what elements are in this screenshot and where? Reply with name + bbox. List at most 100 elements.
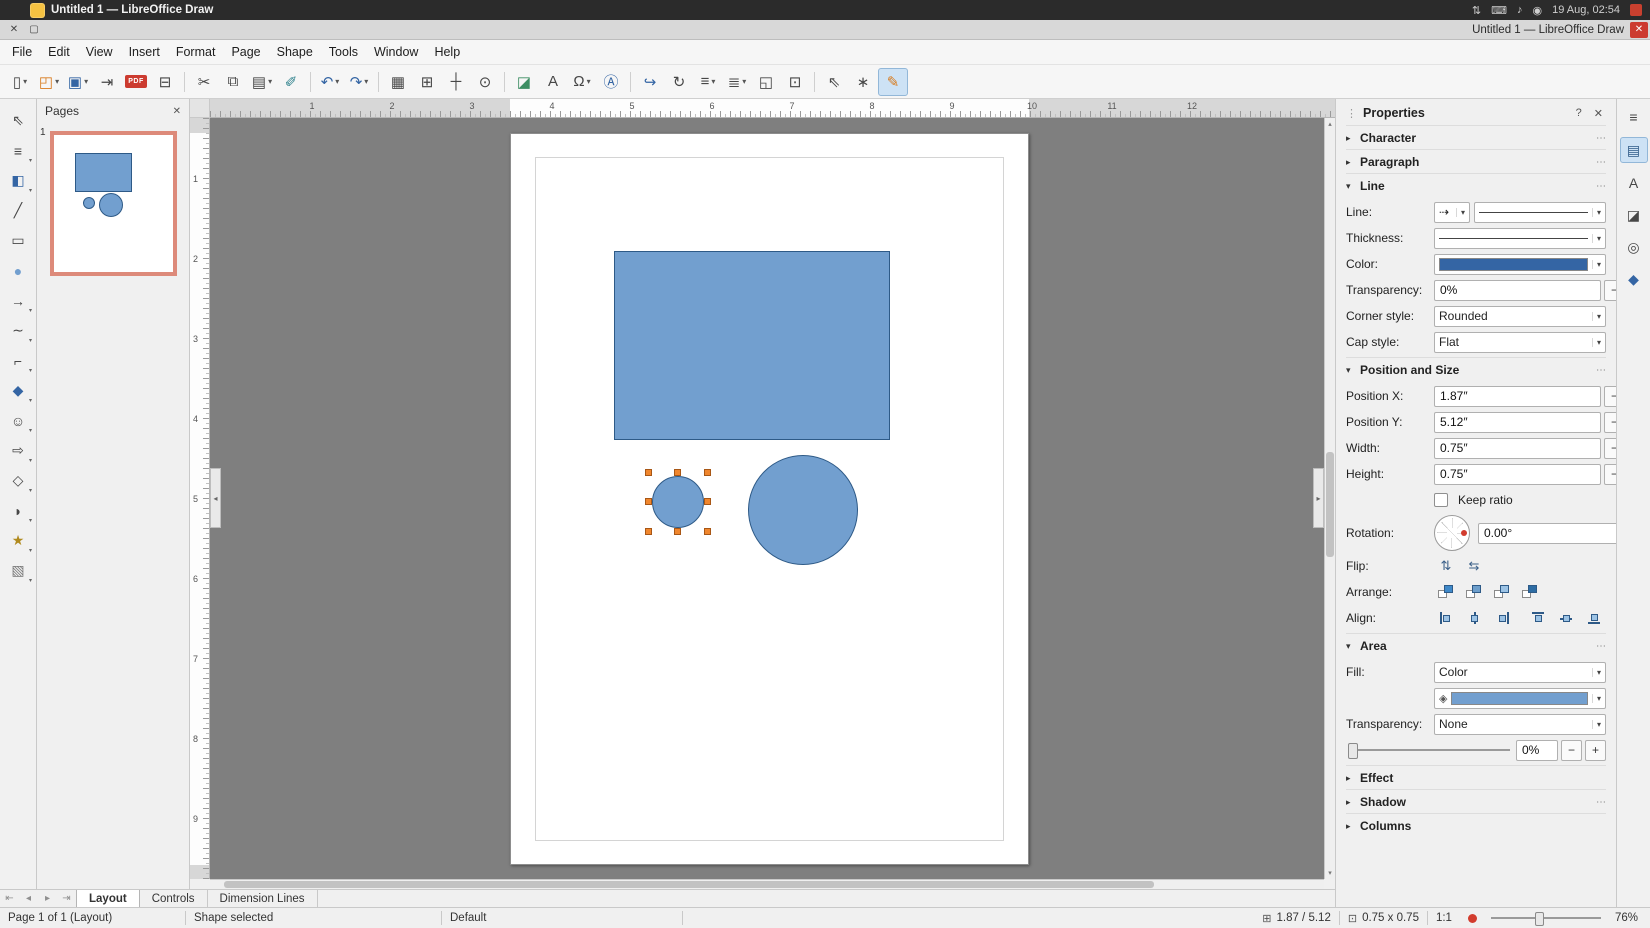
layer-tab-layout[interactable]: Layout [76, 890, 140, 907]
chevron-down-icon[interactable]: ▾ [268, 77, 272, 86]
decrement-button[interactable]: − [1604, 438, 1616, 459]
clone-formatting-button[interactable]: ✐ [277, 69, 305, 95]
menu-page[interactable]: Page [223, 42, 268, 62]
more-options-icon[interactable]: ⋯ [1596, 641, 1606, 652]
menu-insert[interactable]: Insert [121, 42, 168, 62]
keyboard-tray-icon[interactable]: ⌨ [1491, 4, 1507, 17]
vertical-scrollbar[interactable]: ▴ ▾ [1324, 118, 1335, 879]
layer-tab-dimension-lines[interactable]: Dimension Lines [208, 890, 318, 907]
zoom-slider[interactable] [1491, 917, 1601, 919]
undo-button[interactable]: ↶▾ [316, 69, 344, 95]
curves-polygons-tool[interactable]: ∼▾ [4, 317, 32, 344]
callout-shapes-tool[interactable]: ◗▾ [4, 497, 32, 524]
chevron-down-icon[interactable]: ▾ [29, 487, 32, 494]
resize-handle-w[interactable] [645, 498, 652, 505]
align-left-button[interactable] [1434, 607, 1458, 629]
line-transparency-input[interactable] [1434, 280, 1601, 301]
section-paragraph[interactable]: ▸ Paragraph ⋯ [1346, 149, 1606, 173]
line-thickness-select[interactable]: ▾ [1434, 228, 1606, 249]
drawing-canvas[interactable]: ◂ ▸ [210, 118, 1324, 879]
resize-handle-se[interactable] [704, 528, 711, 535]
next-page-button[interactable]: ▸ [38, 890, 57, 907]
block-arrows-tool[interactable]: ⇨▾ [4, 437, 32, 464]
resize-handle-sw[interactable] [645, 528, 652, 535]
section-effect[interactable]: ▸ Effect [1346, 765, 1606, 789]
bring-forward-button[interactable] [1462, 581, 1486, 603]
chevron-down-icon[interactable]: ▾ [29, 577, 32, 584]
symbol-shapes-tool[interactable]: ☺▾ [4, 407, 32, 434]
lines-and-arrows-tool[interactable]: →▾ [4, 287, 32, 314]
decrement-button[interactable]: − [1604, 280, 1616, 301]
position-y-input[interactable] [1434, 412, 1601, 433]
area-transparency-slider[interactable] [1348, 749, 1510, 751]
flip-vertical-button[interactable]: ⇅ [1434, 555, 1458, 577]
fill-color-tool[interactable]: ◧▾ [4, 167, 32, 194]
more-options-icon[interactable]: ⋯ [1596, 365, 1606, 376]
vertical-ruler[interactable]: 1 2 3 4 5 6 7 8 9 [190, 118, 210, 879]
area-transparency-type-select[interactable]: None ▾ [1434, 714, 1606, 735]
menu-help[interactable]: Help [426, 42, 468, 62]
section-line[interactable]: ▾ Line ⋯ [1346, 173, 1606, 197]
select-tool-button[interactable]: ⇖ [820, 69, 848, 95]
more-options-icon[interactable]: ⋯ [1596, 181, 1606, 192]
pages-panel-close-icon[interactable]: ✕ [173, 106, 181, 117]
decrement-button[interactable]: − [1604, 412, 1616, 433]
insert-fontwork-button[interactable]: Ⓐ [597, 69, 625, 95]
menu-shape[interactable]: Shape [269, 42, 321, 62]
scroll-down-icon[interactable]: ▾ [1325, 869, 1335, 877]
open-file-button[interactable]: ◰▾ [35, 69, 63, 95]
chevron-down-icon[interactable]: ▾ [742, 77, 746, 86]
keep-ratio-checkbox[interactable] [1434, 493, 1448, 507]
width-input[interactable] [1434, 438, 1601, 459]
last-page-button[interactable]: ⇥ [57, 890, 76, 907]
insert-special-character-button[interactable]: Ω▾ [568, 69, 596, 95]
large-circle-shape[interactable] [748, 455, 858, 565]
fill-type-select[interactable]: Color ▾ [1434, 662, 1606, 683]
layer-tab-controls[interactable]: Controls [140, 890, 208, 907]
scale-status[interactable]: 1:1 [1428, 908, 1460, 928]
position-x-input[interactable] [1434, 386, 1601, 407]
insert-text-box-button[interactable]: A [539, 69, 567, 95]
line-style-select[interactable]: ▾ [1474, 202, 1606, 223]
deck-tab-properties[interactable]: ▤ [1620, 137, 1648, 163]
paste-button[interactable]: ▤▾ [248, 69, 276, 95]
decrement-button[interactable]: − [1604, 386, 1616, 407]
chevron-down-icon[interactable]: ▾ [29, 337, 32, 344]
rectangle-shape[interactable] [614, 251, 890, 440]
zoom-slider-thumb[interactable] [1535, 912, 1544, 926]
deck-tab-gallery[interactable]: ◪ [1621, 203, 1647, 227]
page-status[interactable]: Page 1 of 1 (Layout) [0, 908, 185, 928]
show-draw-functions-button[interactable]: ✎ [878, 68, 908, 96]
increment-button[interactable]: + [1585, 740, 1606, 761]
flip-horizontal-button[interactable]: ⇆ [1462, 555, 1486, 577]
horizontal-ruler[interactable]: 1 2 3 4 5 6 7 8 9 10 11 12 [210, 99, 1335, 118]
menu-format[interactable]: Format [168, 42, 224, 62]
rotation-dial[interactable] [1434, 515, 1470, 551]
align-top-button[interactable] [1526, 607, 1550, 629]
export-pdf-button[interactable]: PDF [122, 69, 150, 95]
vertical-scrollbar-thumb[interactable] [1326, 452, 1334, 557]
more-options-icon[interactable]: ⋯ [1596, 133, 1606, 144]
tray-status-icon[interactable] [1630, 4, 1642, 16]
notifications-tray-icon[interactable]: ◉ [1532, 4, 1542, 17]
chevron-down-icon[interactable]: ▾ [29, 157, 32, 164]
export-button[interactable]: ⇥ [93, 69, 121, 95]
decrement-button[interactable]: − [1561, 740, 1582, 761]
window-close-button[interactable]: ✕ [1630, 22, 1648, 38]
crop-image-button[interactable]: ⊡ [781, 69, 809, 95]
window-close-left-icon[interactable]: ✕ [6, 23, 22, 37]
resize-handle-n[interactable] [674, 469, 681, 476]
save-button[interactable]: ▣▾ [64, 69, 92, 95]
page-1-thumbnail[interactable] [50, 131, 177, 276]
connectors-tool[interactable]: ⌐▾ [4, 347, 32, 374]
network-tray-icon[interactable]: ⇅ [1472, 4, 1481, 17]
line-style-tool[interactable]: ≡▾ [4, 137, 32, 164]
snap-to-grid-button[interactable]: ⊞ [413, 69, 441, 95]
previous-page-button[interactable]: ◂ [19, 890, 38, 907]
new-document-button[interactable]: ▯▾ [6, 69, 34, 95]
chevron-down-icon[interactable]: ▾ [29, 517, 32, 524]
insert-line-tool[interactable]: ╱ [4, 197, 32, 224]
resize-handle-e[interactable] [704, 498, 711, 505]
chevron-down-icon[interactable]: ▾ [587, 77, 591, 86]
rectangle-tool[interactable]: ▭ [4, 227, 32, 254]
